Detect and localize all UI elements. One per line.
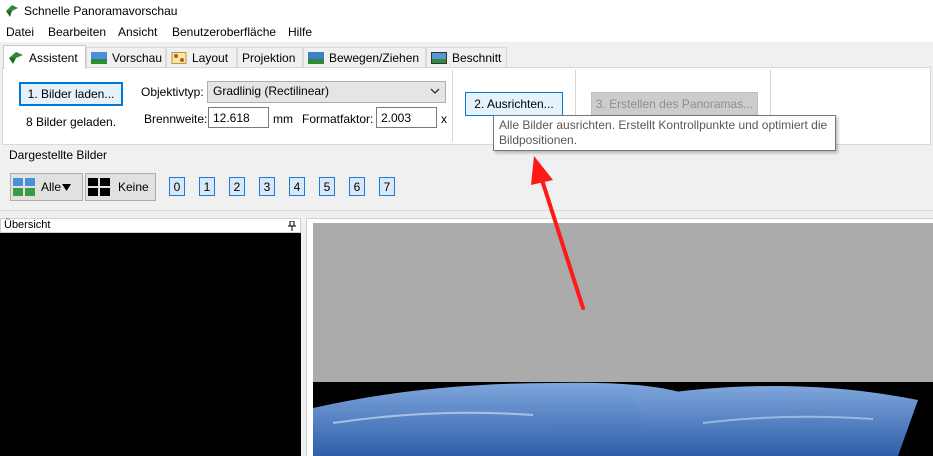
tab-label: Bewegen/Ziehen	[329, 51, 420, 65]
overview-header: Übersicht	[0, 218, 301, 233]
show-all-button[interactable]: Alle	[10, 173, 83, 201]
overview-canvas[interactable]	[0, 233, 301, 456]
focal-length-unit: mm	[273, 112, 293, 126]
divider	[452, 70, 453, 142]
menu-ansicht[interactable]: Ansicht	[118, 25, 157, 39]
tab-projektion[interactable]: Projektion	[237, 47, 303, 68]
tab-bewegen-ziehen[interactable]: Bewegen/Ziehen	[303, 47, 426, 68]
tab-label: Layout	[192, 51, 229, 65]
show-all-icon	[13, 178, 35, 196]
align-tooltip: Alle Bilder ausrichten. Erstellt Kontrol…	[493, 115, 836, 151]
tab-label: Assistent	[29, 50, 78, 65]
title-bar: Schnelle Panoramavorschau	[0, 0, 933, 22]
image-toggle-6[interactable]: 6	[349, 177, 365, 196]
menu-benutzeroberflaeche[interactable]: Benutzeroberfläche	[172, 25, 276, 39]
crop-factor-field[interactable]	[376, 107, 437, 128]
preview-icon	[91, 52, 107, 64]
menu-datei[interactable]: Datei	[6, 25, 34, 39]
show-none-label: Keine	[118, 180, 149, 194]
image-toggle-5[interactable]: 5	[319, 177, 335, 196]
menu-bar: Datei Bearbeiten Ansicht Benutzeroberflä…	[0, 22, 933, 42]
focal-length-field[interactable]	[208, 107, 269, 128]
window-title: Schnelle Panoramavorschau	[24, 4, 178, 18]
image-toggle-4[interactable]: 4	[289, 177, 305, 196]
dropdown-arrow-icon	[62, 183, 72, 191]
displayed-images-title: Dargestellte Bilder	[9, 148, 108, 162]
tab-vorschau[interactable]: Vorschau	[86, 47, 166, 68]
tab-label: Beschnitt	[452, 51, 502, 65]
layout-icon	[171, 52, 187, 64]
panorama-image	[313, 382, 933, 456]
show-none-button[interactable]: Keine	[85, 173, 156, 201]
panorama-preview[interactable]	[313, 223, 933, 456]
tab-bar: Assistent Vorschau Layout Projektion Bew…	[0, 42, 933, 69]
wizard-icon	[9, 51, 23, 64]
displayed-images-panel: Dargestellte Bilder Alle Keine 0 1 2 3 4…	[0, 145, 933, 211]
chevron-down-icon	[430, 88, 440, 94]
menu-bearbeiten[interactable]: Bearbeiten	[48, 25, 106, 39]
load-images-button[interactable]: 1. Bilder laden...	[19, 82, 123, 106]
focal-length-label: Brennweite:	[144, 112, 208, 126]
overview-title: Übersicht	[4, 219, 51, 231]
image-toggle-3[interactable]: 3	[259, 177, 275, 196]
crop-factor-unit: x	[441, 112, 447, 126]
create-panorama-button[interactable]: 3. Erstellen des Panoramas...	[591, 92, 758, 116]
loaded-status: 8 Bilder geladen.	[26, 115, 117, 129]
lens-type-value: Gradlinig (Rectilinear)	[213, 84, 330, 98]
image-toggle-7[interactable]: 7	[379, 177, 395, 196]
tab-layout[interactable]: Layout	[166, 47, 237, 68]
image-toggle-1[interactable]: 1	[199, 177, 215, 196]
annotation-arrow-icon	[531, 156, 585, 310]
lens-type-label: Objektivtyp:	[141, 85, 204, 99]
menu-hilfe[interactable]: Hilfe	[288, 25, 312, 39]
tab-beschnitt[interactable]: Beschnitt	[426, 47, 507, 68]
crop-icon	[431, 52, 447, 64]
show-all-label: Alle	[41, 180, 62, 194]
hugin-app-icon	[6, 5, 18, 17]
tab-label: Vorschau	[112, 51, 163, 65]
lens-type-select[interactable]: Gradlinig (Rectilinear)	[207, 81, 446, 103]
image-toggle-2[interactable]: 2	[229, 177, 245, 196]
image-toggle-0[interactable]: 0	[169, 177, 185, 196]
show-none-icon	[88, 178, 110, 196]
tab-label: Projektion	[242, 51, 296, 65]
align-button[interactable]: 2. Ausrichten...	[465, 92, 563, 116]
tab-assistent[interactable]: Assistent	[3, 45, 86, 69]
drag-icon	[308, 52, 324, 64]
crop-factor-label: Formatfaktor:	[302, 112, 374, 126]
pin-icon[interactable]	[288, 221, 296, 231]
